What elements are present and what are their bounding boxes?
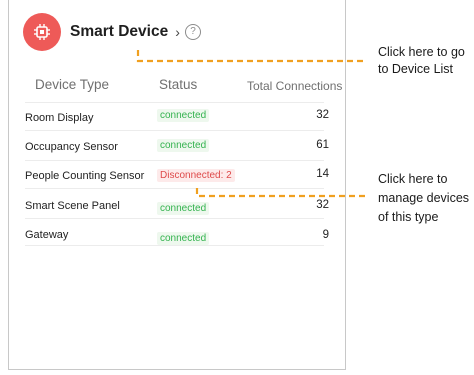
chevron-right-icon: › (175, 24, 180, 40)
device-type-cell: Room Display (25, 112, 94, 124)
manage-devices-status-badge[interactable]: Disconnected: 2 (157, 169, 235, 182)
connections-cell: 32 (316, 109, 329, 121)
table-row[interactable]: Room Display connected 32 (9, 106, 347, 130)
device-list-note: Click here to go to Device List (378, 44, 465, 78)
note-line: to Device List (378, 62, 454, 76)
row-divider (25, 218, 324, 219)
connections-cell: 61 (316, 139, 329, 151)
connections-cell: 14 (316, 168, 329, 180)
smart-device-header-link[interactable]: Smart Device › (23, 13, 180, 51)
device-type-cell: Smart Scene Panel (25, 200, 120, 212)
device-type-cell: People Counting Sensor (25, 170, 145, 182)
column-header-total-connections: Total Connections (247, 79, 343, 93)
table-row[interactable]: Occupancy Sensor connected 61 (9, 135, 347, 159)
help-icon[interactable]: ? (185, 24, 201, 40)
row-divider (25, 160, 324, 161)
status-badge: connected (157, 109, 210, 122)
note-line: manage devices (378, 191, 470, 205)
connections-cell: 9 (322, 229, 329, 241)
column-header-device-type: Device Type (35, 77, 110, 92)
status-badge: connected (157, 139, 210, 152)
row-divider (25, 188, 324, 189)
page-title: Smart Device (70, 23, 169, 40)
table-row[interactable]: Smart Scene Panel connected 32 (9, 194, 347, 218)
note-line: Click here to go (378, 45, 465, 59)
row-divider (25, 130, 324, 131)
note-line: of this type (378, 210, 439, 224)
header-divider (25, 102, 324, 103)
status-badge: connected (157, 202, 210, 215)
manage-devices-note: Click here to manage devices of this typ… (378, 170, 469, 227)
connections-cell: 32 (316, 199, 329, 211)
column-header-status: Status (159, 77, 198, 92)
chip-icon (23, 13, 61, 51)
status-badge: connected (157, 232, 210, 245)
smart-device-card: Smart Device › ? Device Type Status Tota… (8, 0, 346, 370)
row-divider (25, 245, 324, 246)
table-row[interactable]: People Counting Sensor Disconnected: 2 1… (9, 164, 347, 188)
device-type-cell: Gateway (25, 229, 69, 241)
note-line: Click here to (378, 172, 448, 186)
device-type-cell: Occupancy Sensor (25, 141, 118, 153)
